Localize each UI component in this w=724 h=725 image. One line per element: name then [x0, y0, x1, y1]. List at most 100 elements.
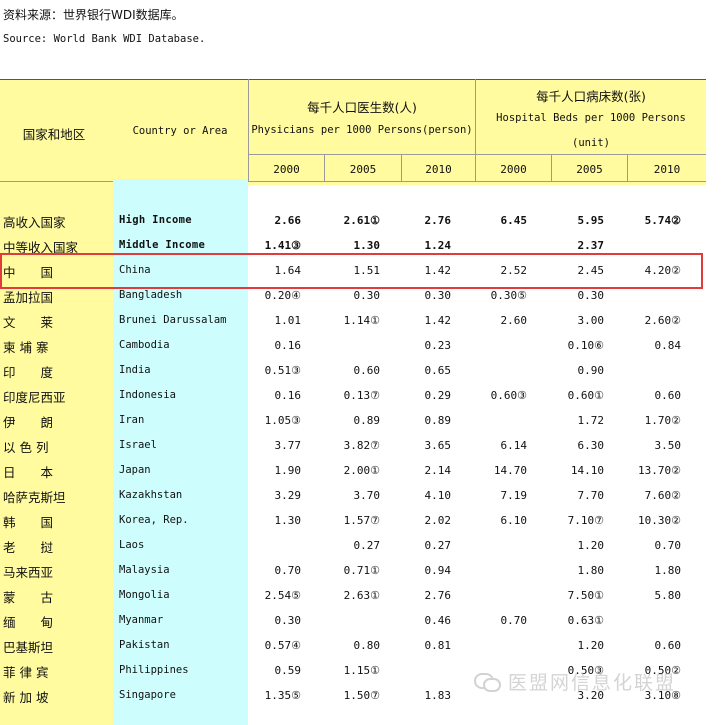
value-cell: 0.13⑦ [343, 389, 380, 402]
table-row: 印 度 India 0.51③ 0.60 0.65 0.90 [0, 357, 706, 382]
value-cell: 14.10 [570, 464, 604, 477]
table-row: 中等收入国家 Middle Income 1.41③ 1.30 1.24 2.37 [0, 232, 706, 257]
value-cell: 0.27 [353, 539, 381, 552]
value-cell: 0.60③ [490, 389, 527, 402]
value-cell: 7.50① [567, 589, 604, 602]
value-cell: 3.65 [424, 439, 452, 452]
country-name-cn: 文 莱 [3, 315, 54, 330]
value-cell: 2.60 [500, 314, 528, 327]
value-cell: 7.60② [644, 489, 681, 502]
value-cell: 7.10⑦ [567, 514, 604, 527]
country-name-en: Laos [119, 539, 145, 551]
value-cell: 7.19 [500, 489, 528, 502]
value-cell: 1.20 [577, 639, 605, 652]
country-name-cn: 以 色 列 [3, 440, 49, 455]
value-cell: 2.37 [577, 239, 605, 252]
value-cell: 1.14① [343, 314, 380, 327]
value-cell: 0.90 [577, 364, 605, 377]
value-cell: 6.30 [577, 439, 605, 452]
country-name-cn: 中 国 [3, 265, 54, 280]
table-row: 孟加拉国 Bangladesh 0.20④ 0.30 0.30 0.30⑤ 0.30 [0, 282, 706, 307]
value-cell: 0.30 [274, 614, 302, 627]
value-cell: 1.64 [274, 264, 302, 277]
country-name-cn: 菲 律 宾 [3, 665, 49, 680]
value-cell: 1.80 [577, 564, 605, 577]
value-cell: 2.45 [577, 264, 605, 277]
value-cell: 0.71① [343, 564, 380, 577]
country-name-cn: 印 度 [3, 365, 54, 380]
country-name-en: Kazakhstan [119, 489, 183, 501]
value-cell: 0.10⑥ [567, 339, 604, 352]
country-name-en: Israel [119, 439, 157, 451]
country-name-en: Brunei Darussalam [119, 314, 227, 326]
table-row: 韩 国 Korea, Rep. 1.30 1.57⑦ 2.02 6.10 7.10⑦ 10.3… [0, 507, 706, 532]
table-row: 老 挝 Laos 0.27 0.27 1.20 0.70 [0, 532, 706, 557]
value-cell: 2.52 [500, 264, 528, 277]
value-cell: 0.94 [424, 564, 452, 577]
value-cell: 0.27 [424, 539, 452, 552]
country-name-cn: 日 本 [3, 465, 54, 480]
header-divider [248, 154, 706, 155]
value-cell: 0.59 [274, 664, 302, 677]
value-cell: 5.95 [577, 214, 605, 227]
country-name-en: Japan [119, 464, 151, 476]
value-cell: 1.24 [424, 239, 452, 252]
value-cell: 6.10 [500, 514, 528, 527]
country-name-cn: 缅 甸 [3, 615, 54, 630]
value-cell: 1.83 [424, 689, 452, 702]
value-cell: 1.57⑦ [343, 514, 380, 527]
country-name-cn: 柬 埔 寨 [3, 340, 49, 355]
value-cell: 0.46 [424, 614, 452, 627]
value-cell: 0.30 [353, 289, 381, 302]
value-cell: 0.57④ [264, 639, 301, 652]
value-cell: 1.41③ [264, 239, 301, 252]
value-cell: 0.63① [567, 614, 604, 627]
value-cell: 1.50⑦ [343, 689, 380, 702]
value-cell: 2.61① [343, 214, 380, 227]
year-header: 2000 [500, 163, 527, 176]
value-cell: 0.65 [424, 364, 452, 377]
value-cell: 0.30⑤ [490, 289, 527, 302]
country-name-cn: 哈萨克斯坦 [3, 490, 66, 505]
value-cell: 1.05③ [264, 414, 301, 427]
header-physicians-cn: 每千人口医生数(人) [307, 100, 417, 115]
table-row: 文 莱 Brunei Darussalam 1.01 1.14① 1.42 2.60 3.0… [0, 307, 706, 332]
country-name-cn: 中等收入国家 [3, 240, 79, 255]
country-name-en: India [119, 364, 151, 376]
value-cell: 2.02 [424, 514, 452, 527]
header-beds-en-1: Hospital Beds per 1000 Persons [496, 112, 686, 124]
value-cell: 0.60 [654, 389, 682, 402]
value-cell: 0.16 [274, 389, 302, 402]
table-row: 中 国 China 1.64 1.51 1.42 2.52 2.45 4.20② [0, 257, 706, 282]
table-row: 哈萨克斯坦 Kazakhstan 3.29 3.70 4.10 7.19 7.70 7.60② [0, 482, 706, 507]
country-name-en: High Income [119, 214, 192, 226]
value-cell: 0.70 [274, 564, 302, 577]
value-cell: 3.00 [577, 314, 605, 327]
country-name-cn: 伊 朗 [3, 415, 54, 430]
year-header: 2005 [576, 163, 603, 176]
table-row: 缅 甸 Myanmar 0.30 0.46 0.70 0.63① [0, 607, 706, 632]
table-row: 伊 朗 Iran 1.05③ 0.89 0.89 1.72 1.70② [0, 407, 706, 432]
value-cell: 0.70 [500, 614, 528, 627]
value-cell: 1.80 [654, 564, 682, 577]
country-name-en: Cambodia [119, 339, 170, 351]
value-cell: 3.82⑦ [343, 439, 380, 452]
value-cell: 3.29 [274, 489, 302, 502]
value-cell: 0.23 [424, 339, 452, 352]
source-cn: 资料来源：世界银行WDI数据库。 [3, 8, 184, 22]
country-name-cn: 新 加 坡 [3, 690, 49, 705]
value-cell: 0.16 [274, 339, 302, 352]
table-row: 柬 埔 寨 Cambodia 0.16 0.23 0.10⑥ 0.84 [0, 332, 706, 357]
value-cell: 1.30 [353, 239, 381, 252]
header-divider [0, 181, 706, 182]
year-header: 2000 [273, 163, 300, 176]
country-name-en: Indonesia [119, 389, 176, 401]
year-header: 2010 [425, 163, 452, 176]
value-cell: 1.42 [424, 264, 452, 277]
country-name-en: Bangladesh [119, 289, 183, 301]
value-cell: 0.60 [353, 364, 381, 377]
country-name-en: Malaysia [119, 564, 170, 576]
value-cell: 0.89 [424, 414, 452, 427]
country-name-cn: 蒙 古 [3, 590, 54, 605]
value-cell: 0.70 [654, 539, 682, 552]
